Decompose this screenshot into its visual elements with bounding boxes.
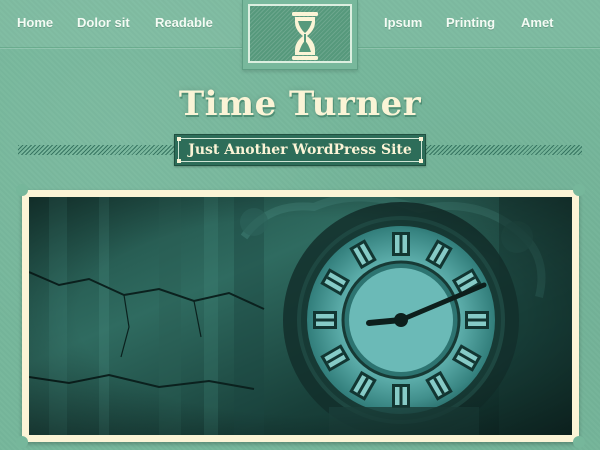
- ribbon-stripe-right: [426, 145, 582, 155]
- site-title[interactable]: Time Turner: [0, 84, 600, 124]
- frame-corner: [573, 436, 585, 448]
- logo-panel: [248, 4, 352, 63]
- ribbon-corner: [177, 159, 181, 163]
- frame-corner: [16, 184, 28, 196]
- nav-link-home[interactable]: Home: [17, 15, 53, 30]
- header-image-frame: [16, 184, 585, 448]
- nav-link-printing[interactable]: Printing: [446, 15, 495, 30]
- tagline-border: Just Another WordPress Site: [177, 137, 423, 163]
- frame-corner: [573, 184, 585, 196]
- nav-link-amet[interactable]: Amet: [521, 15, 554, 30]
- header-image: [29, 197, 572, 435]
- nav-link-ipsum[interactable]: Ipsum: [384, 15, 422, 30]
- ribbon-corner: [177, 137, 181, 141]
- ribbon-corner: [419, 159, 423, 163]
- nav-link-readable[interactable]: Readable: [155, 15, 213, 30]
- ribbon-stripe-left: [18, 145, 174, 155]
- nav-link-dolor-sit[interactable]: Dolor sit: [77, 15, 130, 30]
- site-tagline: Just Another WordPress Site: [188, 142, 412, 158]
- ribbon-corner: [419, 137, 423, 141]
- tagline-ribbon: Just Another WordPress Site: [174, 134, 426, 166]
- site-logo[interactable]: [242, 0, 358, 70]
- hourglass-icon: [292, 12, 318, 60]
- frame-corner: [16, 436, 28, 448]
